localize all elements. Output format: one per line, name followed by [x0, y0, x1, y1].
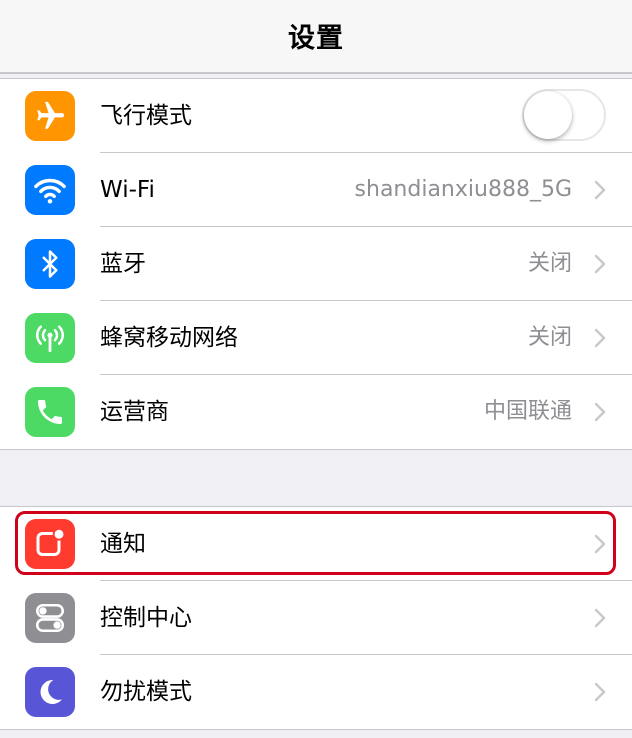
settings-group-connectivity: 飞行模式 Wi-Fi shandianxiu888_5G 蓝牙 关闭 蜂窝移动网…	[0, 78, 632, 450]
phone-icon	[25, 387, 75, 437]
chevron-right-icon	[594, 254, 606, 274]
settings-row-label: 通知	[100, 531, 146, 557]
settings-row-label: 控制中心	[100, 605, 192, 631]
settings-row-wifi[interactable]: Wi-Fi shandianxiu888_5G	[0, 153, 632, 227]
airplane-icon	[25, 91, 75, 141]
settings-row-label: 蜂窝移动网络	[100, 325, 238, 351]
cellular-status-value: 关闭	[527, 325, 572, 350]
bluetooth-icon	[25, 239, 75, 289]
settings-row-bluetooth[interactable]: 蓝牙 关闭	[0, 227, 632, 301]
settings-row-cellular[interactable]: 蜂窝移动网络 关闭	[0, 301, 632, 375]
settings-row-control-center[interactable]: 控制中心	[0, 581, 632, 655]
settings-row-do-not-disturb[interactable]: 勿扰模式	[0, 655, 632, 729]
chevron-right-icon	[594, 682, 606, 702]
settings-row-label: 运营商	[100, 399, 169, 425]
toggle-knob	[524, 91, 572, 139]
wifi-icon	[25, 165, 75, 215]
airplane-mode-toggle[interactable]	[522, 89, 606, 141]
cellular-icon	[25, 313, 75, 363]
navigation-bar: 设置	[0, 0, 632, 74]
wifi-network-value: shandianxiu888_5G	[354, 177, 572, 202]
carrier-value: 中国联通	[483, 399, 572, 424]
settings-row-label: 勿扰模式	[100, 679, 192, 705]
settings-row-carrier[interactable]: 运营商 中国联通	[0, 375, 632, 449]
control-center-icon	[25, 593, 75, 643]
chevron-right-icon	[594, 534, 606, 554]
settings-row-label: Wi-Fi	[100, 177, 155, 203]
bluetooth-status-value: 关闭	[527, 251, 572, 276]
notifications-icon	[25, 519, 75, 569]
chevron-right-icon	[594, 608, 606, 628]
chevron-right-icon	[594, 402, 606, 422]
page-title: 设置	[288, 22, 344, 54]
settings-row-notifications[interactable]: 通知	[0, 507, 632, 581]
settings-group-system: 通知 控制中心 勿扰模式	[0, 506, 632, 730]
settings-row-label: 飞行模式	[100, 103, 192, 129]
chevron-right-icon	[594, 328, 606, 348]
chevron-right-icon	[594, 180, 606, 200]
settings-row-label: 蓝牙	[100, 251, 146, 277]
settings-row-airplane-mode: 飞行模式	[0, 79, 632, 153]
moon-icon	[25, 667, 75, 717]
